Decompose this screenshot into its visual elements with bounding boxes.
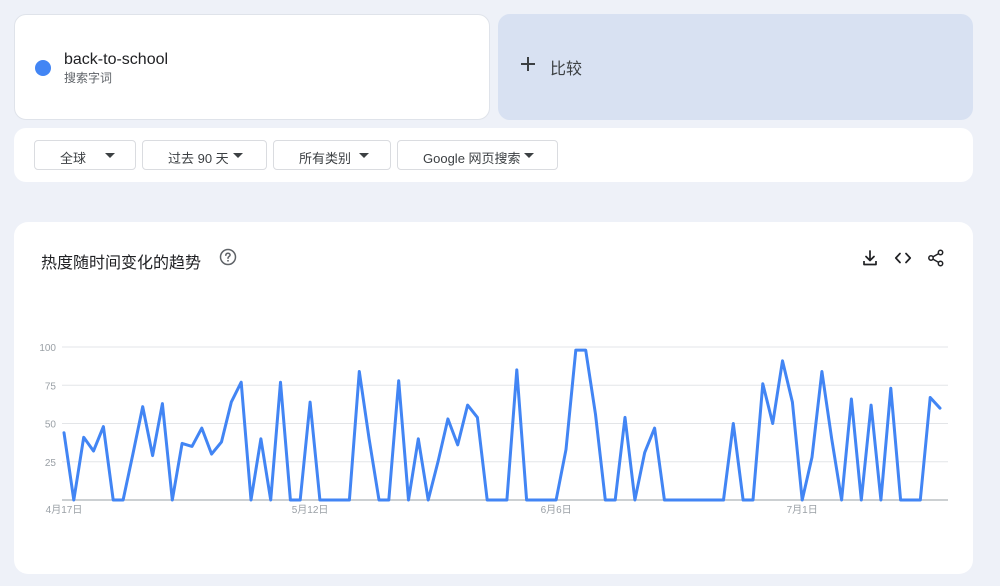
filter-search-type[interactable]: Google 网页搜索 — [397, 140, 558, 170]
compare-label: 比较 — [550, 61, 583, 78]
caret-down-icon — [105, 153, 115, 158]
series-line — [62, 348, 942, 502]
y-tick-label: 50 — [45, 420, 57, 431]
filter-search-type-label: Google 网页搜索 — [423, 151, 521, 166]
filter-category[interactable]: 所有类别 — [273, 140, 391, 170]
series-color-dot — [35, 60, 51, 76]
y-tick-label: 25 — [45, 458, 57, 469]
search-term-type: 搜索字词 — [64, 71, 113, 85]
filter-time-range-label: 过去 90 天 — [168, 151, 229, 166]
caret-down-icon — [233, 153, 243, 158]
search-term-card[interactable]: back-to-school 搜索字词 — [14, 14, 490, 120]
x-tick-label: 7月1日 — [787, 504, 818, 516]
trend-chart: 25 50 75 100 4月17日 5月12日 6月6日 7月1日 — [39, 343, 948, 516]
filter-time-range[interactable]: 过去 90 天 — [142, 140, 267, 170]
filter-category-label: 所有类别 — [299, 151, 352, 166]
filter-bar: 全球 过去 90 天 所有类别 Google 网页搜索 — [14, 128, 973, 182]
compare-button[interactable]: 比较 — [498, 14, 973, 120]
plus-icon — [520, 56, 536, 72]
search-term-name[interactable]: back-to-school — [64, 51, 168, 69]
x-tick-label: 4月17日 — [46, 504, 83, 516]
caret-down-icon — [524, 153, 534, 158]
filter-region[interactable]: 全球 — [34, 140, 136, 170]
search-term-text: back-to-school 搜索字词 — [64, 51, 168, 85]
y-tick-label: 75 — [45, 381, 57, 392]
caret-down-icon — [359, 153, 369, 158]
x-tick-label: 5月12日 — [292, 504, 329, 516]
x-tick-label: 6月6日 — [541, 504, 572, 516]
y-tick-label: 100 — [39, 343, 56, 354]
filter-region-label: 全球 — [60, 151, 87, 166]
interest-over-time-card: 热度随时间变化的趋势 25 50 75 100 4月17日 5月12日 6月6日 7月1日 — [14, 222, 973, 574]
